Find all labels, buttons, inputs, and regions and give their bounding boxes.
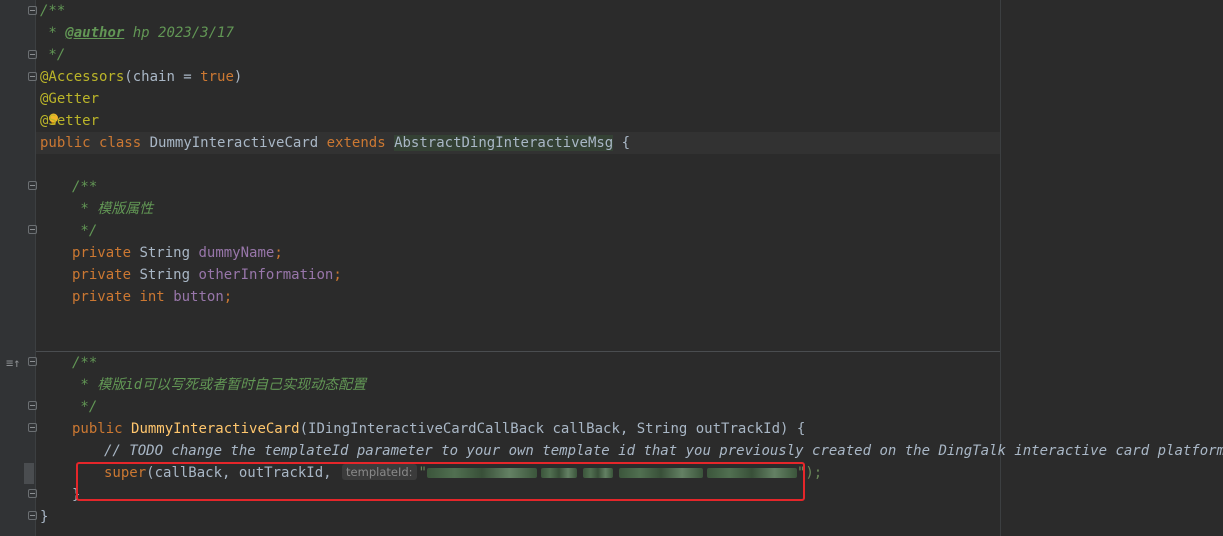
comment: * 模版属性 <box>72 201 154 217</box>
code-line: /** <box>40 0 65 22</box>
code-line: public DummyInteractiveCard(IDingInterac… <box>72 418 805 440</box>
code-line: * 模版属性 <box>72 198 153 220</box>
code-line: // TODO change the templateId parameter … <box>104 440 1223 462</box>
keyword: private <box>72 267 132 283</box>
fold-icon[interactable] <box>28 72 37 81</box>
code-line: public class DummyInteractiveCard extend… <box>40 132 630 154</box>
constructor-name[interactable]: DummyInteractiveCard <box>131 421 300 437</box>
javadoc-tag: @author <box>65 25 125 41</box>
code-line: @Accessors(chain = true) <box>40 66 242 88</box>
fold-icon[interactable] <box>28 511 37 520</box>
fold-icon[interactable] <box>28 489 37 498</box>
code-line: */ <box>72 220 97 242</box>
constructor-params: (IDingInteractiveCardCallBack callBack, … <box>299 421 806 437</box>
annotation: @Accessors <box>40 69 125 85</box>
todo-comment: // TODO change the templateId parameter … <box>104 443 1223 459</box>
type-name: String <box>139 267 191 283</box>
annotation: @Getter <box>40 91 100 107</box>
comment: /** <box>72 355 98 371</box>
implements-icon[interactable]: ≡↑ <box>6 357 20 369</box>
code-line: } <box>40 506 48 528</box>
fold-icon[interactable] <box>28 225 37 234</box>
closing-brace: } <box>40 509 49 525</box>
keyword: private <box>72 289 132 305</box>
code-line: @Getter <box>40 88 99 110</box>
comment: /** <box>40 3 66 19</box>
semicolon: ; <box>223 289 233 305</box>
code-line: * 模版id可以写死或者暂时自己实现动态配置 <box>72 374 366 396</box>
comment: */ <box>72 399 98 415</box>
semicolon: ; <box>274 245 283 261</box>
comment: * <box>40 25 66 41</box>
code-line: * @author hp 2023/3/17 <box>40 22 234 44</box>
fold-icon[interactable] <box>28 401 37 410</box>
code-text: (chain = <box>124 69 201 85</box>
code-line: private String dummyName; <box>72 242 283 264</box>
comment: */ <box>40 47 66 63</box>
code-line: private String otherInformation; <box>72 264 342 286</box>
comment: /** <box>72 179 98 195</box>
comment: * 模版id可以写死或者暂时自己实现动态配置 <box>72 377 367 393</box>
highlight-annotation-box <box>76 462 805 501</box>
type-name: String <box>139 245 191 261</box>
comment: */ <box>72 223 98 239</box>
fold-icon[interactable] <box>28 423 37 432</box>
superclass-name[interactable]: AbstractDingInteractiveMsg <box>394 135 614 151</box>
class-name[interactable]: DummyInteractiveCard <box>150 135 319 151</box>
code-line: /** <box>72 352 97 374</box>
fold-icon[interactable] <box>28 50 37 59</box>
keyword: true <box>200 69 234 85</box>
change-marker <box>24 463 34 484</box>
semicolon: ; <box>333 267 342 283</box>
code-text: ) <box>233 69 243 85</box>
code-line: @Setter <box>40 110 99 132</box>
keyword: public <box>72 421 123 437</box>
keyword: extends <box>326 135 386 151</box>
code-line: */ <box>40 44 65 66</box>
code-line: */ <box>72 396 97 418</box>
field-name[interactable]: button <box>173 289 224 305</box>
code-line: /** <box>72 176 97 198</box>
field-name[interactable]: dummyName <box>198 245 274 261</box>
fold-icon[interactable] <box>28 357 37 366</box>
annotation: @Setter <box>40 113 100 129</box>
code-line: private int button; <box>72 286 232 308</box>
keyword: int <box>139 289 165 305</box>
comment: hp 2023/3/17 <box>124 25 234 41</box>
fold-icon[interactable] <box>28 6 37 15</box>
keyword: public <box>40 135 91 151</box>
keyword: private <box>72 245 132 261</box>
method-separator <box>36 351 1000 352</box>
field-name[interactable]: otherInformation <box>198 267 333 283</box>
code-text: { <box>613 135 631 151</box>
fold-icon[interactable] <box>28 181 37 190</box>
keyword: class <box>99 135 142 151</box>
